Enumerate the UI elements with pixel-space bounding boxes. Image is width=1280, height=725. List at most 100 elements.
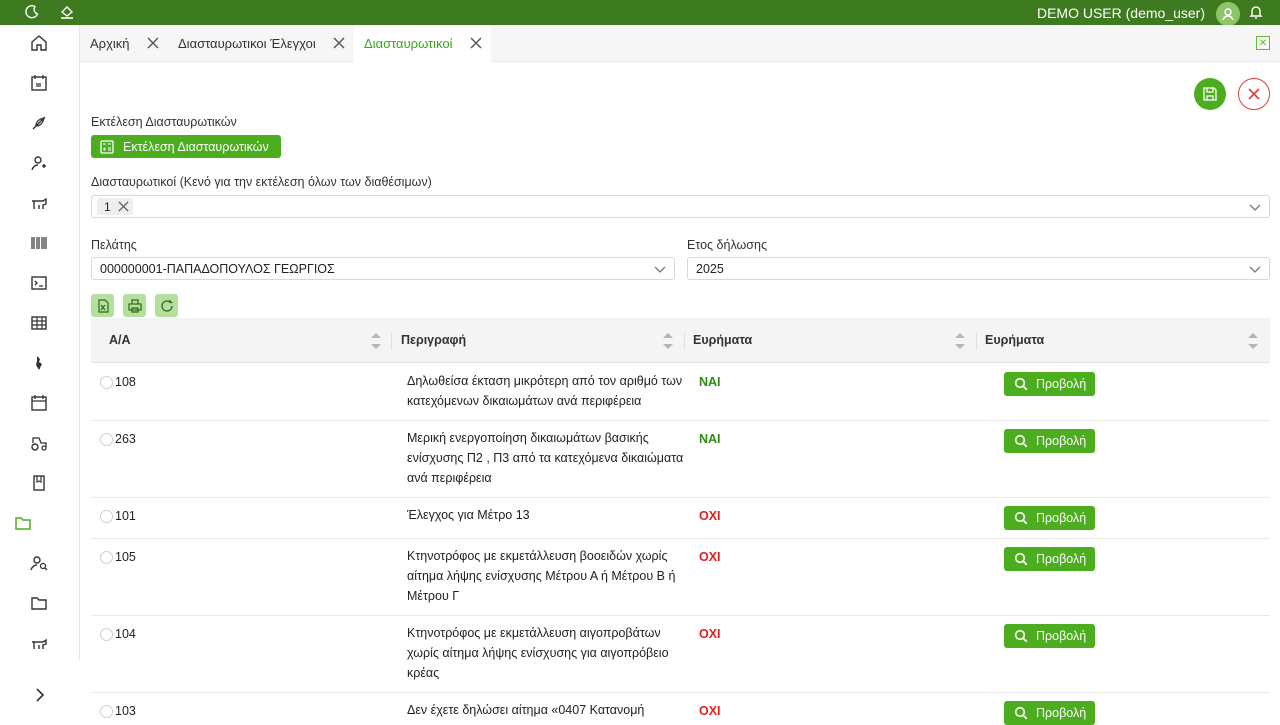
year-select[interactable]: 2025 — [687, 257, 1270, 280]
folder-open-icon[interactable] — [11, 511, 35, 535]
table-row[interactable]: 263 Μερική ενεργοποίηση δικαιωμάτων βασι… — [91, 421, 1270, 498]
book-icon[interactable] — [27, 471, 51, 495]
paint-bucket-icon[interactable] — [57, 2, 77, 22]
checks-multiselect[interactable]: 1 — [91, 195, 1270, 218]
row-id: 103 — [115, 704, 136, 718]
chevron-right-icon[interactable] — [28, 683, 52, 707]
sheep-icon[interactable] — [27, 631, 51, 655]
column-header-findings-view[interactable]: Ευρήματα — [985, 333, 1044, 347]
customer-label: Πελάτης — [91, 238, 137, 252]
tab-crosschecks[interactable]: Διασταυρωτικοί — [354, 25, 491, 62]
refresh-button[interactable] — [155, 294, 178, 317]
row-id: 104 — [115, 627, 136, 641]
row-select-radio[interactable] — [100, 551, 113, 564]
barcode-icon[interactable] — [27, 231, 51, 255]
terminal-icon[interactable] — [27, 271, 51, 295]
moon-icon[interactable] — [22, 2, 42, 22]
column-header-findings[interactable]: Ευρήματα — [693, 333, 752, 347]
search-icon — [1014, 552, 1028, 566]
row-description: Κτηνοτρόφος με εκμετάλλευση αιγοπροβάτων… — [407, 626, 669, 680]
row-id: 108 — [115, 375, 136, 389]
table-icon[interactable] — [27, 311, 51, 335]
user-name[interactable]: DEMO USER (demo_user) — [1037, 5, 1205, 21]
view-button[interactable]: Προβολή — [1004, 372, 1095, 396]
year-value: 2025 — [696, 262, 724, 276]
sort-icon[interactable] — [1248, 330, 1258, 352]
view-button[interactable]: Προβολή — [1004, 429, 1095, 453]
row-select-radio[interactable] — [100, 433, 113, 446]
chevron-down-icon[interactable] — [1249, 263, 1261, 275]
livestock-icon[interactable] — [27, 191, 51, 215]
row-select-radio[interactable] — [100, 510, 113, 523]
year-label: Ετος δήλωσης — [687, 238, 767, 252]
home-icon[interactable] — [27, 31, 51, 55]
row-finding: ΟΧΙ — [699, 627, 721, 641]
row-description: Δεν έχετε δηλώσει αίτημα «0407 Κατανομή — [407, 703, 645, 717]
close-all-tabs-icon[interactable]: ✕ — [1256, 36, 1270, 50]
close-button[interactable] — [1238, 78, 1270, 110]
view-button[interactable]: Προβολή — [1004, 547, 1095, 571]
sort-icon[interactable] — [663, 330, 673, 352]
row-finding: ΟΧΙ — [699, 509, 721, 523]
row-description: Δηλωθείσα έκταση μικρότερη από τον αριθμ… — [407, 374, 683, 408]
column-header-id[interactable]: Α/Α — [109, 333, 131, 347]
refresh-icon — [160, 299, 173, 312]
table-row[interactable]: 103 Δεν έχετε δηλώσει αίτημα «0407 Καταν… — [91, 693, 1270, 725]
view-button[interactable]: Προβολή — [1004, 624, 1095, 648]
print-button[interactable] — [123, 294, 146, 317]
tab-label: Διασταυρωτικοί — [364, 36, 453, 51]
tab-home[interactable]: Αρχική — [80, 25, 168, 62]
save-icon — [1203, 87, 1217, 101]
view-button[interactable]: Προβολή — [1004, 506, 1095, 530]
tab-crosschecks-controls[interactable]: Διασταυρωτικοι Έλεγχοι — [168, 25, 354, 62]
row-select-radio[interactable] — [100, 376, 113, 389]
table-row[interactable]: 104 Κτηνοτρόφος με εκμετάλλευση αιγοπροβ… — [91, 616, 1270, 693]
row-select-radio[interactable] — [100, 628, 113, 641]
close-icon[interactable] — [332, 36, 346, 50]
column-separator — [684, 332, 685, 350]
row-select-radio[interactable] — [100, 705, 113, 718]
tab-label: Διασταυρωτικοι Έλεγχοι — [178, 36, 316, 51]
user-search-icon[interactable] — [27, 551, 51, 575]
sort-icon[interactable] — [371, 330, 381, 352]
map-icon[interactable] — [27, 351, 51, 375]
tab-label: Αρχική — [90, 36, 130, 51]
close-icon[interactable] — [146, 36, 160, 50]
customer-select[interactable]: 000000001-ΠΑΠΑΔΟΠΟΥΛΟΣ ΓΕΩΡΓΙΟΣ — [91, 257, 675, 280]
row-finding: ΝΑΙ — [699, 375, 721, 389]
close-icon[interactable] — [469, 36, 483, 50]
chip-label: 1 — [104, 199, 111, 214]
chevron-down-icon[interactable] — [1249, 201, 1261, 213]
table-row[interactable]: 108 Δηλωθείσα έκταση μικρότερη από τον α… — [91, 364, 1270, 421]
save-button[interactable] — [1194, 78, 1226, 110]
table-header: Α/Α Περιγραφή Ευρήματα Ευρήματα — [91, 318, 1270, 363]
seedling-icon[interactable] — [27, 111, 51, 135]
calendar-euro-icon[interactable] — [27, 71, 51, 95]
top-bar: DEMO USER (demo_user) — [0, 0, 1280, 26]
user-refresh-icon[interactable] — [27, 151, 51, 175]
run-button-label: Εκτέλεση Διασταυρωτικών — [123, 139, 269, 154]
customer-value: 000000001-ΠΑΠΑΔΟΠΟΥΛΟΣ ΓΕΩΡΓΙΟΣ — [100, 262, 335, 276]
bell-icon[interactable] — [1246, 2, 1266, 22]
column-separator — [976, 332, 977, 350]
table-row[interactable]: 105 Κτηνοτρόφος με εκμετάλλευση βοοειδών… — [91, 539, 1270, 616]
row-description: Έλεγχος για Μέτρο 13 — [407, 508, 530, 522]
user-avatar-icon[interactable] — [1216, 2, 1240, 26]
sidebar — [0, 25, 80, 660]
export-excel-button[interactable] — [91, 294, 114, 317]
row-id: 105 — [115, 550, 136, 564]
calendar-icon[interactable] — [27, 391, 51, 415]
column-header-description[interactable]: Περιγραφή — [401, 333, 466, 347]
run-crosschecks-button[interactable]: Εκτέλεση Διασταυρωτικών — [91, 135, 281, 158]
tab-bar: Αρχική Διασταυρωτικοι Έλεγχοι Διασταυρωτ… — [80, 25, 1280, 62]
sort-icon[interactable] — [955, 330, 965, 352]
tractor-icon[interactable] — [27, 431, 51, 455]
folder-icon[interactable] — [27, 591, 51, 615]
chevron-down-icon[interactable] — [654, 263, 666, 275]
table-row[interactable]: 101 Έλεγχος για Μέτρο 13 ΟΧΙ Προβολή — [91, 498, 1270, 539]
search-icon — [1014, 377, 1028, 391]
remove-chip-icon[interactable] — [118, 201, 129, 212]
view-button[interactable]: Προβολή — [1004, 701, 1095, 725]
search-icon — [1014, 629, 1028, 643]
row-finding: ΟΧΙ — [699, 704, 721, 718]
